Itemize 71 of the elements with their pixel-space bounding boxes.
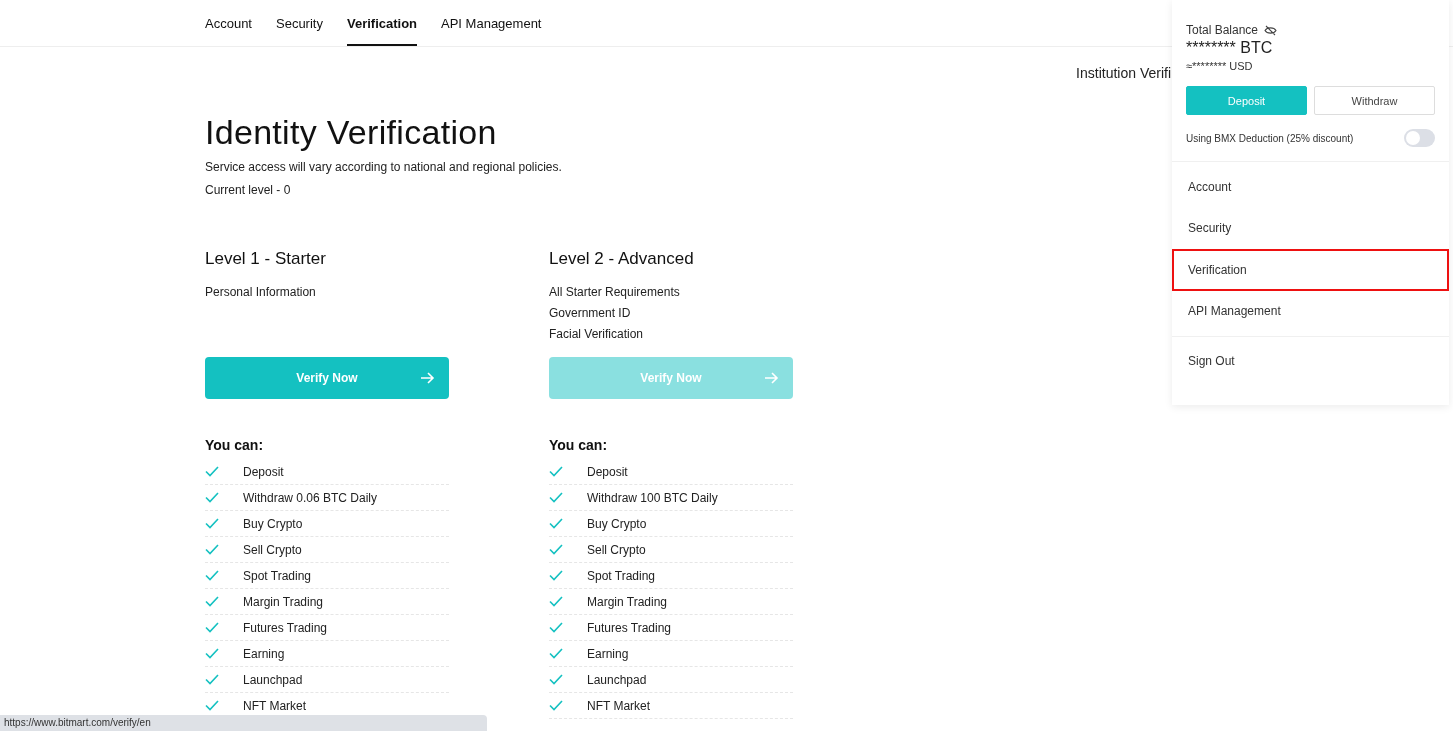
- usd-balance: ≈******** USD: [1186, 60, 1253, 72]
- nav-tab[interactable]: Account: [205, 0, 252, 46]
- check-icon: [205, 622, 219, 633]
- feature-text: Earning: [587, 646, 629, 661]
- feature-text: Sell Crypto: [243, 542, 302, 557]
- feature-text: NFT Market: [587, 698, 651, 713]
- level-title: Level 2 - Advanced: [549, 249, 694, 269]
- status-bar-url: https://www.bitmart.com/verify/en: [0, 715, 487, 731]
- menu-item[interactable]: Verification: [1172, 249, 1449, 291]
- menu-item[interactable]: Account: [1172, 166, 1449, 208]
- check-icon: [549, 492, 563, 503]
- eye-slash-icon[interactable]: [1264, 24, 1278, 36]
- check-icon: [205, 570, 219, 581]
- check-icon: [205, 518, 219, 529]
- page-title: Identity Verification: [205, 113, 497, 152]
- withdraw-button[interactable]: Withdraw: [1314, 86, 1435, 115]
- feature-text: Withdraw 100 BTC Daily: [587, 490, 718, 505]
- feature-text: Margin Trading: [587, 594, 668, 609]
- level-title: Level 1 - Starter: [205, 249, 326, 269]
- requirement: Facial Verification: [549, 327, 644, 341]
- feature-text: Launchpad: [243, 672, 303, 687]
- feature-text: Buy Crypto: [587, 516, 647, 531]
- arrow-right-icon: [421, 372, 435, 384]
- nav-tab[interactable]: Verification: [346, 0, 418, 46]
- feature-text: Deposit: [243, 464, 284, 479]
- sign-out-item[interactable]: Sign Out: [1172, 337, 1449, 385]
- check-icon: [205, 700, 219, 711]
- feature-text: Buy Crypto: [243, 516, 303, 531]
- check-icon: [205, 596, 219, 607]
- arrow-right-icon: [765, 372, 779, 384]
- you-can-heading: You can:: [205, 437, 264, 453]
- check-icon: [549, 466, 563, 477]
- check-icon: [205, 648, 219, 659]
- check-icon: [549, 674, 563, 685]
- menu-item[interactable]: API Management: [1172, 290, 1449, 332]
- check-icon: [549, 518, 563, 529]
- institution-verification-link[interactable]: Institution Verifi: [1076, 65, 1171, 85]
- feature-text: Earning: [243, 646, 285, 661]
- requirement: Government ID: [549, 306, 631, 320]
- current-level: Current level - 0: [205, 183, 291, 197]
- feature-text: Spot Trading: [587, 568, 656, 583]
- feature-text: Futures Trading: [243, 620, 328, 635]
- check-icon: [549, 700, 563, 711]
- menu-item[interactable]: Security: [1172, 207, 1449, 249]
- feature-text: Margin Trading: [243, 594, 324, 609]
- check-icon: [205, 466, 219, 477]
- balance-label: Total Balance: [1186, 23, 1259, 37]
- feature-text: NFT Market: [243, 698, 307, 713]
- you-can-heading: You can:: [549, 437, 608, 453]
- nav-tab[interactable]: API Management: [441, 0, 542, 46]
- feature-text: Launchpad: [587, 672, 647, 687]
- feature-text: Futures Trading: [587, 620, 672, 635]
- check-icon: [205, 674, 219, 685]
- check-icon: [549, 544, 563, 555]
- check-icon: [549, 622, 563, 633]
- feature-text: Deposit: [587, 464, 628, 479]
- check-icon: [549, 648, 563, 659]
- deduction-toggle[interactable]: [1404, 129, 1435, 147]
- feature-text: Sell Crypto: [587, 542, 646, 557]
- deduction-label: Using BMX Deduction (25% discount): [1186, 132, 1354, 144]
- check-icon: [549, 596, 563, 607]
- nav-tab[interactable]: Security: [276, 0, 323, 46]
- check-icon: [205, 544, 219, 555]
- check-icon: [549, 570, 563, 581]
- check-icon: [205, 492, 219, 503]
- btc-balance: ******** BTC: [1186, 39, 1273, 57]
- feature-text: Withdraw 0.06 BTC Daily: [243, 490, 378, 505]
- feature-text: Spot Trading: [243, 568, 312, 583]
- requirement: All Starter Requirements: [549, 285, 680, 299]
- subtitle: Service access will vary according to national and regional policies.: [205, 160, 562, 174]
- requirement: Personal Information: [205, 285, 316, 299]
